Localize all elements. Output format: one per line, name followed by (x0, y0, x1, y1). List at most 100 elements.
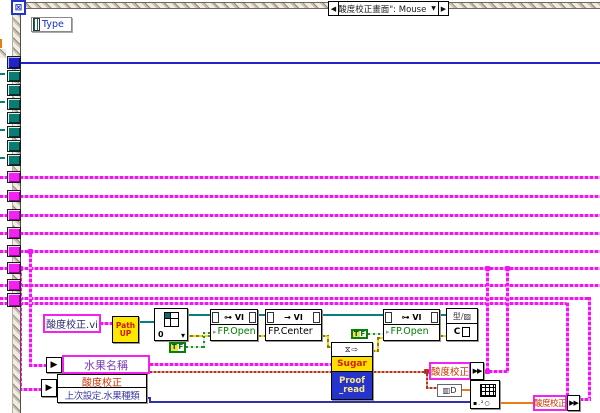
wire-string (0, 284, 600, 287)
previous-case-button[interactable]: ◀ (329, 2, 339, 15)
event-data-node[interactable]: Type (31, 17, 72, 32)
case-dropdown-icon[interactable]: ▼ (429, 2, 438, 15)
tunnel-refnum[interactable] (7, 140, 21, 152)
wire-path (138, 321, 154, 323)
tunnel-string[interactable] (7, 190, 21, 202)
event-data-terminal-icon (33, 18, 40, 31)
invoke-method-row[interactable]: ▸ FP.Open (384, 325, 439, 338)
event-case-label[interactable]: [18] "酸度校正畫面": Mouse Down (339, 2, 429, 15)
close-ref-top-glyphs: 型/▨ (447, 309, 477, 324)
vi-name-string-constant[interactable]: 酸度校正.vi (43, 314, 101, 333)
refnum-page-icon (267, 311, 274, 323)
wire-int (149, 401, 470, 403)
invoke-method-row[interactable]: ▸ FP.Open (211, 325, 257, 338)
wire-orange (462, 389, 470, 391)
open-vi-reference-node[interactable]: 0 ▾ (154, 308, 188, 341)
bool-false-label: F (178, 343, 184, 351)
wire-string (0, 214, 600, 217)
wire-string (0, 232, 600, 235)
close-reference-node[interactable]: 型/▨ C (446, 308, 478, 341)
wire-string (486, 267, 489, 371)
tunnel-refnum[interactable] (7, 98, 21, 110)
tunnel-int[interactable] (7, 56, 21, 69)
local-write-arrow[interactable]: ▶ (41, 379, 57, 397)
keypad-grid-icon (480, 384, 496, 397)
wire-string (0, 297, 591, 300)
page-icon (462, 326, 471, 337)
boolean-constant-2[interactable]: T F (351, 329, 368, 339)
tunnel-refnum[interactable] (7, 126, 21, 138)
local-read-arrows[interactable]: ▶▶ (567, 395, 580, 411)
invoke-node-fp-open-2[interactable]: ⊶ VI ▸ FP.Open (383, 309, 440, 341)
wire-error (258, 335, 265, 337)
wire-string (29, 250, 32, 367)
invoke-node-fp-open-1[interactable]: ⊶ VI ▸ FP.Open (210, 309, 258, 341)
subvi-line3: _read (338, 384, 366, 395)
event-structure-top-border[interactable] (12, 2, 600, 9)
local-variable-acid-mid[interactable]: 酸度校正 (429, 362, 471, 380)
tunnel-string[interactable] (7, 293, 21, 307)
acid-mid-label: 酸度校正 (431, 367, 470, 378)
tunnel-string[interactable] (7, 262, 21, 274)
wire-bool (203, 332, 210, 334)
wire-stub (0, 157, 5, 159)
wire-string (100, 322, 112, 325)
conversion-node[interactable]: ▥D (437, 384, 462, 397)
event-structure-corner-icon[interactable]: ⊠ (11, 0, 26, 15)
event-case-selector: ◀ [18] "酸度校正畫面": Mouse Down ▼ ▶ (328, 1, 449, 16)
format-node[interactable]: ▪.²○ (470, 380, 500, 409)
acid-row1-label: 酸度校正 (82, 377, 122, 389)
wire-vi-refnum (188, 314, 210, 316)
local-write-arrow[interactable]: ▶ (46, 357, 62, 373)
tunnel-refnum[interactable] (7, 154, 21, 166)
wire-vi-refnum (322, 314, 383, 316)
method-glyph-icon: ⊶ (401, 312, 410, 322)
tunnel-refnum[interactable] (7, 84, 21, 96)
invoke-header: ⊶ VI (211, 310, 257, 325)
method-name: FP.Center (268, 326, 313, 337)
local-variable-fruit-name[interactable]: 水果名稱 (62, 355, 150, 374)
wire-string (580, 398, 591, 401)
wire-string (0, 250, 600, 253)
wire-string (506, 267, 509, 371)
wire-cluster (146, 371, 429, 373)
path-up-subvi[interactable]: Path UP (112, 316, 139, 343)
subvi-title-top: Sugar (332, 357, 372, 372)
format-node-glyphs: ▪.²○ (473, 400, 491, 407)
local-variable-acid-setting[interactable]: 酸度校正 上次設定.水果種類 (57, 374, 147, 403)
wire-orange (500, 402, 533, 404)
tunnel-string[interactable] (7, 209, 21, 221)
refnum-page-icon (249, 311, 256, 323)
wire-string (0, 302, 569, 305)
wire-junction (28, 249, 33, 254)
refnum-page-icon (385, 311, 392, 323)
tunnel-string[interactable] (7, 245, 21, 257)
tunnel-string[interactable] (7, 279, 21, 291)
tunnel-refnum[interactable] (7, 70, 21, 82)
method-glyph-icon: ⊶ (224, 312, 233, 322)
boolean-constant-1[interactable]: T F (169, 342, 186, 353)
input-arrow-icon: ▸ (213, 327, 217, 336)
next-case-button[interactable]: ▶ (438, 2, 448, 15)
tunnel-string[interactable] (7, 171, 21, 183)
subvi-title-bottom: Proof _read (332, 372, 372, 399)
refnum-page-icon (431, 311, 438, 323)
local-read-arrows[interactable]: ▶▶ (470, 362, 484, 380)
wire-vi-refnum (258, 314, 265, 316)
local-variable-acid-bottom[interactable]: 酸度校正 (533, 395, 567, 411)
vi-name-text: 酸度校正.vi (46, 320, 98, 331)
wire-stub (0, 129, 5, 131)
wire-bool (368, 333, 383, 335)
tunnel-string[interactable] (7, 227, 21, 239)
tunnel-refnum[interactable] (7, 112, 21, 124)
event-data-node-label: Type (42, 19, 64, 30)
invoke-method-row[interactable]: FP.Center (266, 325, 321, 338)
sugar-proofread-subvi[interactable]: ⧖⇨ Sugar Proof _read (331, 342, 373, 400)
wire-string (0, 267, 600, 270)
event-case-name: "酸度校正畫面": Mouse Down (339, 4, 429, 15)
wire-string (0, 176, 600, 179)
method-glyph-icon: → (284, 312, 291, 322)
cursor-icon: ▾ (180, 331, 185, 340)
path-up-line2: UP (119, 328, 132, 338)
invoke-node-fp-center[interactable]: → VI FP.Center (265, 309, 322, 341)
